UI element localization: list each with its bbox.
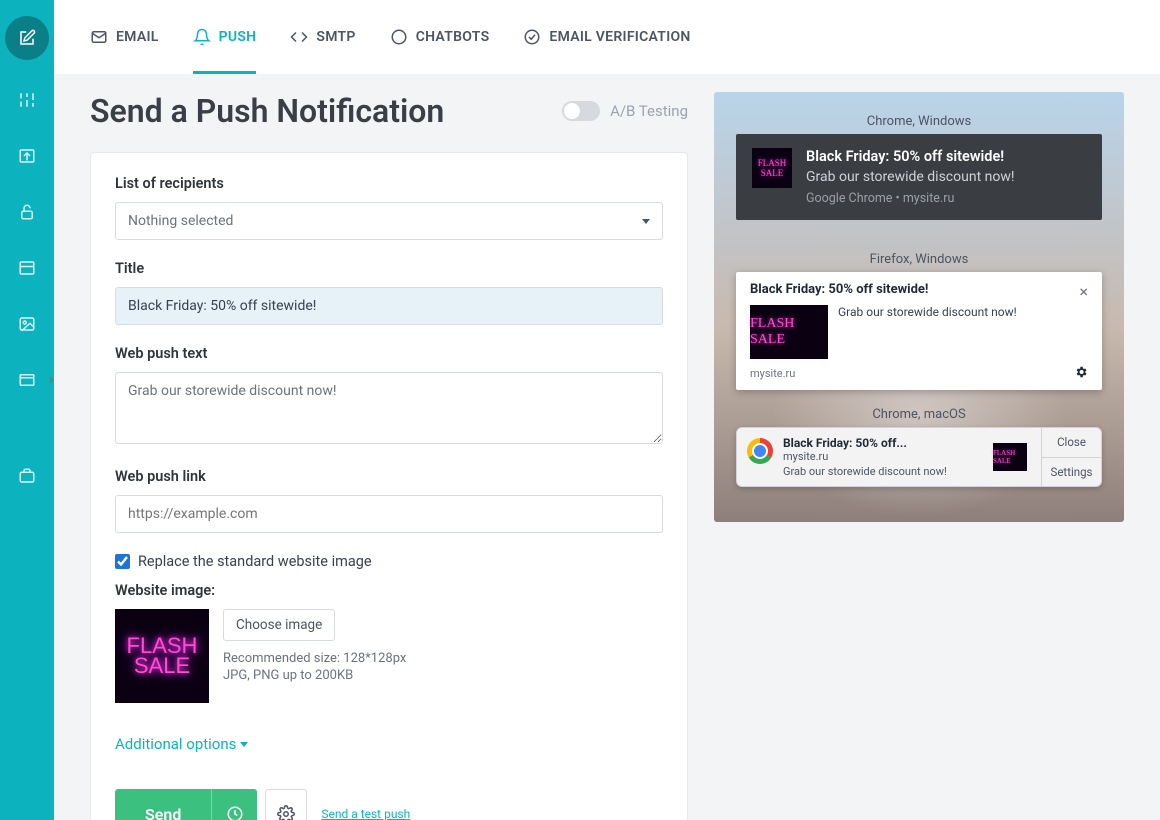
replace-image-checkbox[interactable]: Replace the standard website image bbox=[115, 553, 663, 570]
schedule-button[interactable] bbox=[211, 789, 257, 820]
form-column: Send a Push Notification A/B Testing Lis… bbox=[90, 92, 688, 820]
additional-options-label: Additional options bbox=[115, 735, 236, 753]
push-link-input[interactable] bbox=[115, 495, 663, 533]
tab-chatbots-label: CHATBOTS bbox=[416, 29, 490, 45]
preview-n1-source: Google Chrome • mysite.ru bbox=[806, 191, 1014, 206]
preview-n1-text: Grab our storewide discount now! bbox=[806, 169, 1014, 185]
bell-icon bbox=[193, 28, 211, 46]
sidebar-item-window[interactable] bbox=[5, 358, 49, 402]
image-hint-2: JPG, PNG up to 200KB bbox=[223, 668, 406, 683]
push-text-input[interactable] bbox=[115, 372, 663, 444]
clock-icon bbox=[226, 805, 244, 820]
tab-push-label: PUSH bbox=[219, 29, 257, 45]
send-test-push-link[interactable]: Send a test push bbox=[321, 807, 410, 820]
preview-n2-text: Grab our storewide discount now! bbox=[838, 305, 1017, 319]
choose-image-button[interactable]: Choose image bbox=[223, 609, 335, 641]
main: EMAIL PUSH SMTP CHATBOTS EMAIL VERIFICAT… bbox=[54, 0, 1160, 820]
send-button-label: Send bbox=[115, 805, 211, 820]
check-circle-icon bbox=[523, 28, 541, 46]
preview-n1-title: Black Friday: 50% off sitewide! bbox=[806, 148, 1014, 165]
title-label: Title bbox=[115, 260, 663, 277]
code-icon bbox=[290, 28, 308, 46]
close-icon[interactable]: × bbox=[1079, 282, 1088, 301]
sidebar-item-briefcase[interactable] bbox=[5, 454, 49, 498]
mail-icon bbox=[90, 28, 108, 46]
recipients-value: Nothing selected bbox=[128, 213, 233, 229]
preview-label-chrome-win: Chrome, Windows bbox=[714, 114, 1124, 129]
tab-email-label: EMAIL bbox=[116, 29, 159, 45]
sidebar-item-lock[interactable] bbox=[5, 190, 49, 234]
sidebar-item-sliders[interactable] bbox=[5, 78, 49, 122]
ab-testing-label: A/B Testing bbox=[610, 102, 688, 120]
preview-n3-text: Grab our storewide discount now! bbox=[783, 465, 983, 478]
title-input[interactable] bbox=[115, 287, 663, 325]
preview-close-button[interactable]: Close bbox=[1042, 428, 1101, 458]
replace-image-label: Replace the standard website image bbox=[138, 553, 372, 570]
sidebar-expand-chevron[interactable] bbox=[46, 372, 56, 391]
settings-button[interactable] bbox=[265, 789, 307, 820]
sidebar bbox=[0, 0, 54, 820]
content: Send a Push Notification A/B Testing Lis… bbox=[54, 74, 1160, 820]
preview-firefox-windows: Black Friday: 50% off sitewide! × FLASH … bbox=[736, 272, 1102, 390]
ab-testing-toggle[interactable]: A/B Testing bbox=[562, 101, 688, 121]
additional-options-toggle[interactable]: Additional options bbox=[115, 735, 248, 753]
chrome-icon bbox=[747, 438, 773, 464]
tab-chatbots[interactable]: CHATBOTS bbox=[390, 0, 490, 74]
preview-icon: FLASH SALE bbox=[993, 443, 1027, 471]
chevron-down-icon bbox=[240, 742, 248, 747]
preview-chrome-macos: Black Friday: 50% off... mysite.ru Grab … bbox=[736, 427, 1102, 487]
preview-icon: FLASH SALE bbox=[752, 148, 792, 188]
gear-icon bbox=[277, 805, 295, 820]
gear-icon[interactable] bbox=[1074, 365, 1088, 382]
preview-label-chrome-mac: Chrome, macOS bbox=[714, 407, 1124, 422]
replace-image-checkbox-input[interactable] bbox=[115, 554, 130, 569]
link-label: Web push link bbox=[115, 468, 663, 485]
sidebar-item-layout[interactable] bbox=[5, 246, 49, 290]
preview-chrome-windows: FLASH SALE Black Friday: 50% off sitewid… bbox=[736, 134, 1102, 220]
preview-n2-title: Black Friday: 50% off sitewide! bbox=[750, 282, 928, 297]
tab-smtp[interactable]: SMTP bbox=[290, 0, 355, 74]
preview-n2-site: mysite.ru bbox=[750, 367, 795, 380]
toggle-icon bbox=[562, 101, 600, 121]
preview-n3-title: Black Friday: 50% off... bbox=[783, 436, 983, 450]
send-button[interactable]: Send bbox=[115, 789, 257, 820]
tab-smtp-label: SMTP bbox=[316, 29, 355, 45]
page-title: Send a Push Notification bbox=[90, 92, 444, 130]
tab-verify-label: EMAIL VERIFICATION bbox=[549, 29, 690, 45]
preview-settings-button[interactable]: Settings bbox=[1042, 458, 1101, 487]
chat-icon bbox=[390, 28, 408, 46]
recipients-label: List of recipients bbox=[115, 175, 663, 192]
preview-icon: FLASH SALE bbox=[750, 305, 828, 359]
tab-push[interactable]: PUSH bbox=[193, 0, 257, 74]
tab-email[interactable]: EMAIL bbox=[90, 0, 159, 74]
tab-email-verification[interactable]: EMAIL VERIFICATION bbox=[523, 0, 690, 74]
preview-panel: Chrome, Windows FLASH SALE Black Friday:… bbox=[714, 92, 1124, 522]
preview-n3-site: mysite.ru bbox=[783, 450, 983, 463]
sidebar-item-inbox[interactable] bbox=[5, 134, 49, 178]
preview-label-firefox-win: Firefox, Windows bbox=[714, 252, 1124, 267]
recipients-select[interactable]: Nothing selected bbox=[115, 202, 663, 240]
website-image-thumbnail[interactable]: FLASH SALE bbox=[115, 609, 209, 703]
website-image-label: Website image: bbox=[115, 582, 663, 599]
form-card: List of recipients Nothing selected Titl… bbox=[90, 152, 688, 820]
image-hint-1: Recommended size: 128*128px bbox=[223, 651, 406, 666]
text-label: Web push text bbox=[115, 345, 663, 362]
chevron-down-icon bbox=[642, 219, 650, 224]
channel-tabs: EMAIL PUSH SMTP CHATBOTS EMAIL VERIFICAT… bbox=[54, 0, 1160, 74]
sidebar-item-compose[interactable] bbox=[5, 16, 49, 60]
sidebar-item-images[interactable] bbox=[5, 302, 49, 346]
